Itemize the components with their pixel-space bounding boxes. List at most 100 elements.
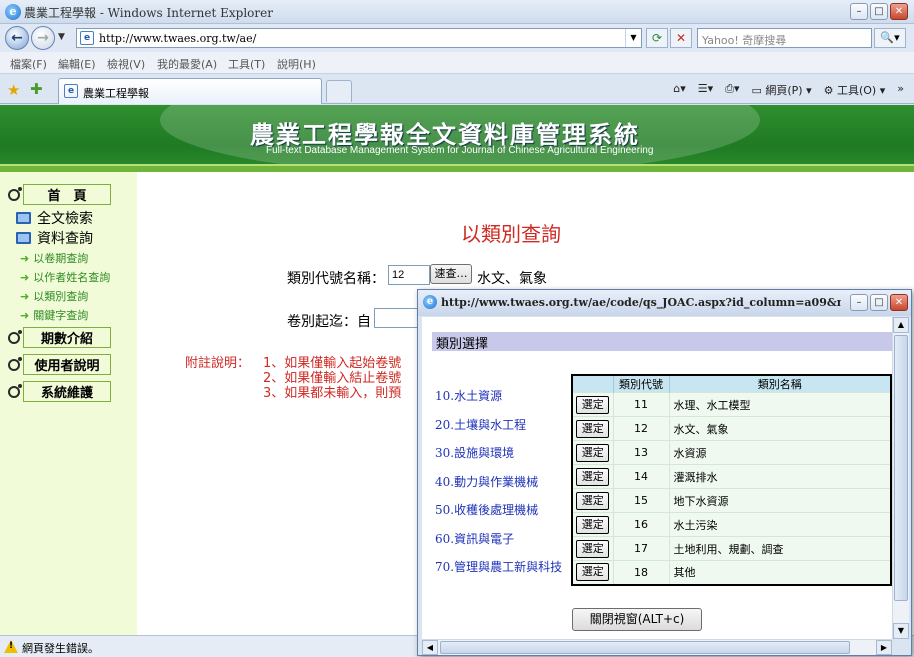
category-code-cell: 15 (612, 488, 669, 513)
quick-lookup-button[interactable]: 速查… (430, 264, 472, 284)
select-button[interactable]: 選定 (576, 515, 610, 534)
category-link-20[interactable]: 20.土壤與水工程 (435, 416, 526, 433)
search-input[interactable]: Yahoo! 奇摩搜尋 (697, 28, 872, 48)
column-header-code: 類別代號 (612, 375, 669, 393)
popup-minimize-button[interactable]: – (850, 294, 868, 311)
table-header-row: 類別代號 類別名稱 (571, 375, 891, 393)
new-tab-button[interactable] (326, 80, 352, 102)
bullet-icon (8, 329, 22, 344)
category-link-30[interactable]: 30.設施與環境 (435, 444, 514, 461)
nav-by-volume[interactable]: ➜ 以卷期查詢 (20, 250, 88, 266)
maximize-button[interactable]: □ (870, 3, 888, 20)
category-link-70[interactable]: 70.管理與農工新與科技 (435, 558, 562, 575)
category-name-cell: 灌溉排水 (668, 464, 891, 489)
category-link-50[interactable]: 50.收穫後處理機械 (435, 501, 538, 518)
close-button[interactable]: ✕ (890, 3, 908, 20)
warning-icon[interactable] (4, 640, 18, 653)
tools-menu-button[interactable]: ⚙ 工具(O) ▾ (824, 82, 886, 98)
menu-help[interactable]: 說明(H) (277, 56, 316, 72)
nav-fulltext[interactable]: 全文檢索 (16, 208, 93, 228)
category-code-cell: 16 (612, 512, 669, 537)
select-button[interactable]: 選定 (576, 419, 610, 438)
add-favorites-icon[interactable]: ✚ (30, 80, 43, 98)
category-code-cell: 14 (612, 464, 669, 489)
table-row: 選定 15 地下水資源 (571, 488, 891, 513)
scroll-right-icon[interactable]: ▶ (876, 640, 892, 655)
forward-button[interactable]: → (31, 26, 55, 50)
scroll-left-icon[interactable]: ◀ (422, 640, 438, 655)
category-name-cell: 地下水資源 (668, 488, 891, 513)
address-dropdown-button[interactable]: ▼ (625, 29, 641, 47)
nav-issues[interactable]: 期數介紹 (8, 327, 111, 348)
category-code-cell: 12 (612, 416, 669, 441)
monitor-icon (16, 232, 31, 244)
popup-maximize-button[interactable]: □ (870, 294, 888, 311)
menu-view[interactable]: 檢視(V) (107, 56, 145, 72)
category-code-cell: 17 (612, 536, 669, 561)
minimize-button[interactable]: – (850, 3, 868, 20)
tab-bar: ★ ✚ e 農業工程學報 ⌂▾ ☰▾ ⎙▾ ▭ 網頁(P) ▾ ⚙ 工具(O) … (0, 75, 914, 104)
scroll-thumb[interactable] (440, 641, 850, 654)
back-button[interactable]: ← (5, 26, 29, 50)
nav-user-guide[interactable]: 使用者說明 (8, 354, 111, 375)
category-link-60[interactable]: 60.資訊與電子 (435, 530, 514, 547)
menu-bar: 檔案(F) 編輯(E) 檢視(V) 我的最愛(A) 工具(T) 說明(H) (0, 52, 914, 74)
favorites-star-icon[interactable]: ★ (7, 81, 20, 99)
refresh-button[interactable]: ⟳ (646, 28, 668, 48)
print-icon[interactable]: ⎙▾ (725, 82, 739, 98)
nav-by-keyword[interactable]: ➜ 關鍵字查詢 (20, 307, 88, 323)
scroll-up-icon[interactable]: ▲ (893, 317, 909, 333)
window-title: 農業工程學報 - Windows Internet Explorer (24, 6, 273, 20)
address-field[interactable]: e http://www.twaes.org.tw/ae/ ▼ (76, 28, 642, 48)
nav-data-query[interactable]: 資料查詢 (16, 228, 93, 248)
category-select-header: 類別選擇 (432, 332, 892, 352)
select-button[interactable]: 選定 (576, 467, 610, 486)
nav-by-author[interactable]: ➜ 以作者姓名查詢 (20, 269, 110, 285)
home-icon[interactable]: ⌂▾ (673, 82, 686, 98)
category-popup-window: e http://www.twaes.org.tw/ae/code/qs_JOA… (417, 289, 912, 656)
select-button[interactable]: 選定 (576, 395, 610, 414)
popup-title-bar: e http://www.twaes.org.tw/ae/code/qs_JOA… (418, 290, 911, 316)
column-header-select (571, 375, 613, 393)
table-row: 選定 11 水理、水工模型 (571, 392, 891, 417)
address-toolbar: ← → ▼ e http://www.twaes.org.tw/ae/ ▼ ⟳ … (0, 24, 914, 52)
menu-file[interactable]: 檔案(F) (10, 56, 47, 72)
range-start-input[interactable] (374, 308, 420, 328)
popup-vertical-scrollbar[interactable]: ▲ ▼ (892, 317, 909, 639)
popup-close-button[interactable]: ✕ (890, 294, 908, 311)
search-button[interactable]: 🔍▾ (874, 28, 906, 48)
menu-favorites[interactable]: 我的最愛(A) (157, 56, 217, 72)
feeds-icon[interactable]: ☰▾ (698, 82, 713, 98)
category-code-input[interactable] (388, 265, 430, 285)
page-menu-button[interactable]: ▭ 網頁(P) ▾ (751, 82, 811, 98)
popup-title: http://www.twaes.org.tw/ae/code/qs_JOAC.… (441, 296, 841, 309)
command-bar: ⌂▾ ☰▾ ⎙▾ ▭ 網頁(P) ▾ ⚙ 工具(O) ▾ » (673, 82, 904, 98)
notes-label: 附註說明： (185, 356, 251, 371)
scroll-down-icon[interactable]: ▼ (893, 623, 909, 639)
category-name-text: 水文、氣象 (477, 271, 547, 287)
nav-home[interactable]: 首 頁 (8, 184, 111, 205)
chevron-right-icon[interactable]: » (897, 82, 904, 98)
column-header-name: 類別名稱 (668, 375, 891, 393)
select-button[interactable]: 選定 (576, 491, 610, 510)
popup-horizontal-scrollbar[interactable]: ◀ ▶ (422, 639, 892, 655)
tab-active[interactable]: e 農業工程學報 (58, 78, 322, 104)
menu-tools[interactable]: 工具(T) (228, 56, 265, 72)
scroll-thumb[interactable] (894, 335, 908, 601)
category-link-10[interactable]: 10.水土資源 (435, 387, 502, 404)
select-button[interactable]: 選定 (576, 563, 610, 582)
table-row: 選定 17 土地利用、規劃、調查 (571, 536, 891, 561)
category-link-40[interactable]: 40.動力與作業機械 (435, 473, 538, 490)
nav-maintenance[interactable]: 系統維護 (8, 381, 111, 402)
menu-edit[interactable]: 編輯(E) (58, 56, 96, 72)
stop-button[interactable]: ✕ (670, 28, 692, 48)
table-row: 選定 12 水文、氣象 (571, 416, 891, 441)
select-button[interactable]: 選定 (576, 539, 610, 558)
category-name-cell: 水理、水工模型 (668, 392, 891, 417)
recent-pages-dropdown[interactable]: ▼ (58, 32, 65, 42)
nav-by-category[interactable]: ➜ 以類別查詢 (20, 288, 88, 304)
close-window-button[interactable]: 關閉視窗(ALT+c) (572, 608, 702, 631)
banner-subtitle: Full-text Database Management System for… (266, 145, 654, 156)
category-name-cell: 水資源 (668, 440, 891, 465)
select-button[interactable]: 選定 (576, 443, 610, 462)
